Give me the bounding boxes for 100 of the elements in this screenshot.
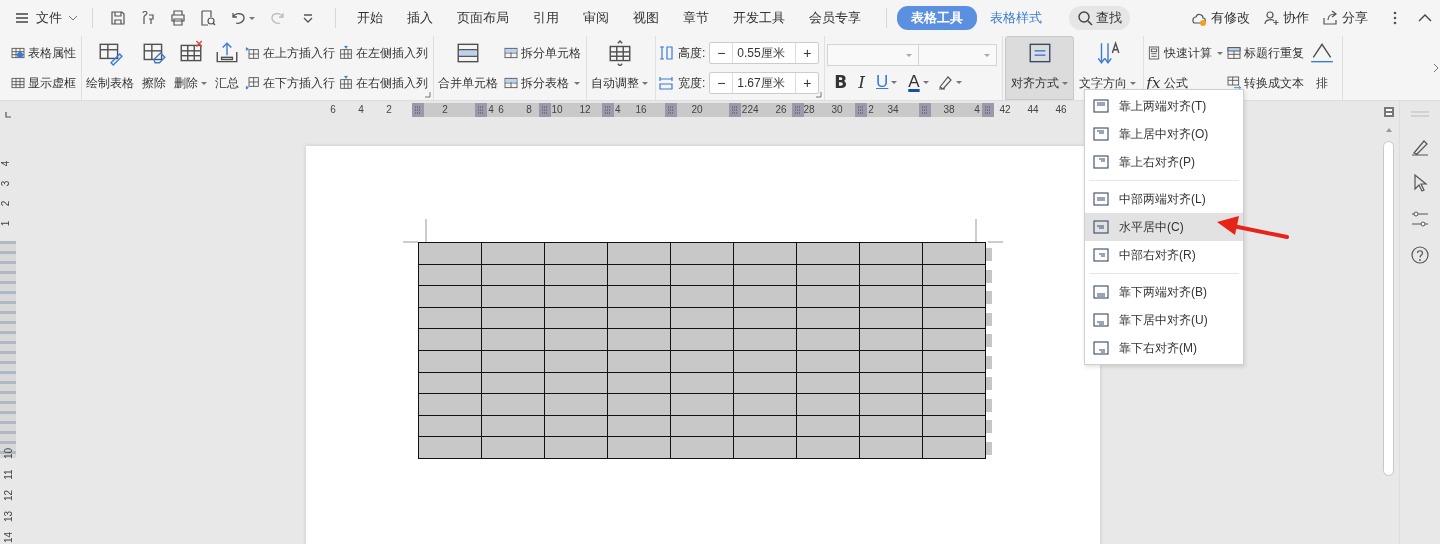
- table-cell[interactable]: [418, 264, 482, 286]
- column-marker-icon[interactable]: [855, 103, 868, 117]
- ribbon-tab[interactable]: 开发工具: [722, 6, 796, 30]
- table-cell[interactable]: [418, 393, 482, 416]
- ruler-number: 24: [747, 104, 759, 115]
- ribbon-button[interactable]: 删除: [172, 36, 209, 100]
- highlighter-icon[interactable]: [936, 74, 953, 90]
- ribbon-button[interactable]: 标题行重复: [1226, 42, 1305, 64]
- format-painter-icon[interactable]: [139, 9, 157, 27]
- print-preview-icon[interactable]: [199, 9, 217, 27]
- table-cell[interactable]: [418, 328, 482, 351]
- menu-item[interactable]: 靠上居中对齐(O): [1085, 120, 1243, 148]
- ribbon-tab[interactable]: 表格样式: [979, 6, 1053, 30]
- ribbon-tab[interactable]: 开始: [346, 6, 394, 30]
- save-icon[interactable]: [109, 9, 127, 27]
- column-marker-icon[interactable]: [982, 103, 994, 117]
- toolbar-action-button[interactable]: 有修改: [1190, 9, 1250, 27]
- ribbon-button[interactable]: 绘制表格: [84, 36, 136, 100]
- table-cell[interactable]: [481, 242, 545, 265]
- ruler-number: 46: [1055, 104, 1067, 115]
- table-cell[interactable]: [607, 242, 671, 265]
- ruler-number: 8: [526, 104, 532, 115]
- menu-item[interactable]: 中部右对齐(R): [1085, 241, 1243, 269]
- table-cell[interactable]: [418, 350, 482, 373]
- table-cell[interactable]: [418, 415, 482, 437]
- ribbon-button[interactable]: 显示虚框: [10, 72, 76, 94]
- ribbon-tab[interactable]: 页面布局: [446, 6, 520, 30]
- column-marker-icon[interactable]: [412, 103, 424, 117]
- number-field[interactable]: − 1.67厘米 +: [709, 72, 820, 94]
- ribbon-tab[interactable]: 审阅: [572, 6, 620, 30]
- table-cell[interactable]: [544, 242, 608, 265]
- ribbon-button[interactable]: 对齐方式: [1005, 36, 1075, 100]
- ribbon-button[interactable]: 在下方插入行: [245, 72, 335, 94]
- table-cell[interactable]: [859, 242, 923, 265]
- table-cell[interactable]: [733, 242, 797, 265]
- search-button[interactable]: 查找: [1069, 6, 1130, 30]
- ribbon-tab[interactable]: 引用: [522, 6, 570, 30]
- help-icon[interactable]: [1410, 245, 1430, 265]
- table-cell[interactable]: [418, 372, 482, 394]
- add-person-icon: [1262, 9, 1280, 27]
- ribbon-button[interactable]: 快速计算: [1146, 42, 1224, 64]
- ribbon-button[interactable]: 在上方插入行: [245, 42, 335, 64]
- menu-item[interactable]: 靠上两端对齐(T): [1085, 92, 1243, 120]
- align-icon: [1093, 284, 1109, 300]
- column-marker-icon[interactable]: [475, 103, 488, 117]
- print-icon[interactable]: [169, 9, 187, 27]
- ribbon-button[interactable]: 转换成文本: [1226, 72, 1305, 94]
- row-end-marker: [986, 312, 992, 326]
- split-view-icon[interactable]: [1384, 107, 1394, 117]
- ribbon-button[interactable]: 表格属性: [10, 42, 76, 64]
- table-cell[interactable]: [922, 242, 986, 265]
- scrollbar-thumb[interactable]: [1383, 141, 1394, 476]
- toolbar-action-button[interactable]: 协作: [1262, 9, 1309, 27]
- decrement-button[interactable]: −: [710, 43, 733, 63]
- ruler-number: 10: [3, 447, 15, 460]
- settings-sliders-icon[interactable]: [1410, 209, 1430, 229]
- column-marker-icon[interactable]: [792, 103, 804, 117]
- file-menu-button[interactable]: 文件: [12, 5, 80, 31]
- ribbon-tab[interactable]: 视图: [622, 6, 670, 30]
- decrement-button[interactable]: −: [710, 73, 733, 93]
- ribbon-button[interactable]: 拆分单元格: [503, 42, 581, 64]
- ruler-number: 10: [551, 104, 563, 115]
- ribbon-button[interactable]: fx 公式: [1146, 72, 1224, 94]
- menu-item[interactable]: 水平居中(C): [1085, 213, 1243, 241]
- format-button[interactable]: I: [855, 72, 869, 92]
- ribbon-button[interactable]: 在右侧插入列: [338, 72, 428, 94]
- ribbon-button[interactable]: 在左侧插入列: [338, 42, 428, 64]
- ribbon-button[interactable]: 擦除: [139, 36, 169, 100]
- toolbar-action-button[interactable]: 分享: [1321, 9, 1368, 27]
- table-info-icon: [10, 45, 26, 61]
- ribbon-tab[interactable]: 插入: [396, 6, 444, 30]
- ribbon-button[interactable]: 自动调整: [589, 36, 650, 100]
- align-icon: [1093, 98, 1109, 114]
- increment-button[interactable]: +: [796, 73, 819, 93]
- menu-item[interactable]: 靠下两端对齐(B): [1085, 278, 1243, 306]
- table-cell[interactable]: [418, 436, 482, 459]
- ribbon-button[interactable]: 汇总: [212, 36, 242, 100]
- increment-button[interactable]: +: [796, 43, 819, 63]
- column-marker-icon[interactable]: [602, 103, 614, 117]
- menu-item[interactable]: 靠下右对齐(M): [1085, 334, 1243, 362]
- ribbon-tab[interactable]: 章节: [672, 6, 720, 30]
- ribbon-button[interactable]: 拆分表格: [503, 72, 581, 94]
- column-marker-icon[interactable]: [665, 103, 678, 117]
- menu-item[interactable]: 靠上右对齐(P): [1085, 148, 1243, 176]
- table-cell[interactable]: [670, 242, 734, 265]
- insert-row-icon: [245, 45, 261, 61]
- menu-item[interactable]: 中部两端对齐(L): [1085, 185, 1243, 213]
- format-button[interactable]: U: [873, 72, 901, 92]
- row-end-marker: [986, 248, 992, 262]
- ribbon-button[interactable]: 合并单元格: [436, 36, 500, 100]
- ribbon-tab[interactable]: 会员专享: [798, 6, 872, 30]
- menu-item[interactable]: 靠下居中对齐(U): [1085, 306, 1243, 334]
- format-button[interactable]: A: [905, 72, 932, 92]
- format-button[interactable]: B: [831, 72, 851, 92]
- ribbon-button[interactable]: 排: [1307, 36, 1338, 100]
- table-cell[interactable]: [796, 242, 860, 265]
- number-field[interactable]: − 0.55厘米 +: [709, 42, 820, 64]
- table-cell[interactable]: [418, 307, 482, 329]
- table-cell[interactable]: [418, 285, 482, 308]
- table-cell[interactable]: [418, 242, 482, 265]
